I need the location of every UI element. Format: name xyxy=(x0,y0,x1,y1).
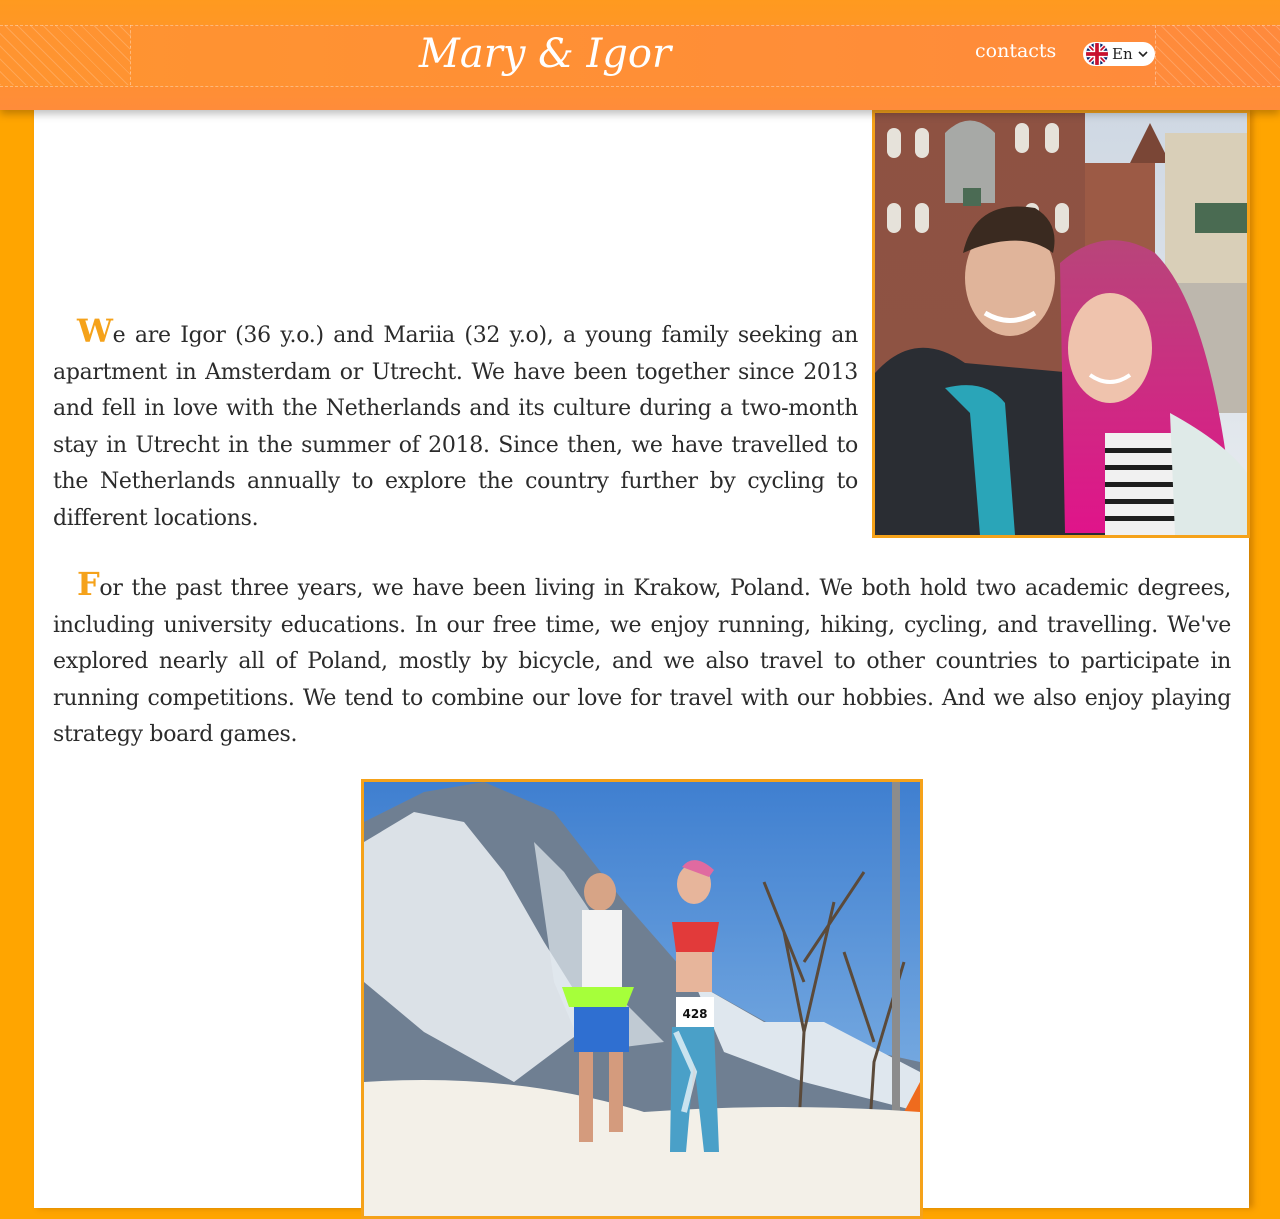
chevron-down-icon xyxy=(1137,48,1149,60)
couple-photo xyxy=(872,110,1250,538)
dropcap-w: W xyxy=(77,312,113,350)
language-label: En xyxy=(1112,45,1133,63)
site-title[interactable]: Mary & Igor xyxy=(380,28,710,80)
nav-contacts-link[interactable]: contacts xyxy=(975,40,1056,62)
uk-flag-icon xyxy=(1086,43,1108,65)
about-text-2: or the past three years, we have been li… xyxy=(53,576,1231,747)
header-pattern-right xyxy=(1155,25,1280,85)
about-paragraph-2: For the past three years, we have been l… xyxy=(53,566,1231,754)
bib-number: 428 xyxy=(682,1007,707,1021)
running-photo: 428 xyxy=(361,779,923,1219)
main-content: We are Igor (36 y.o.) and Mariia (32 y.o… xyxy=(34,110,1250,1219)
about-paragraph-1: We are Igor (36 y.o.) and Mariia (32 y.o… xyxy=(53,313,858,537)
site-header: Mary & Igor contacts En xyxy=(0,0,1280,110)
dropcap-f: F xyxy=(77,565,100,603)
header-pattern-left xyxy=(0,25,131,85)
language-select[interactable]: En xyxy=(1083,42,1155,66)
about-text-1: e are Igor (36 y.o.) and Mariia (32 y.o)… xyxy=(53,323,858,531)
